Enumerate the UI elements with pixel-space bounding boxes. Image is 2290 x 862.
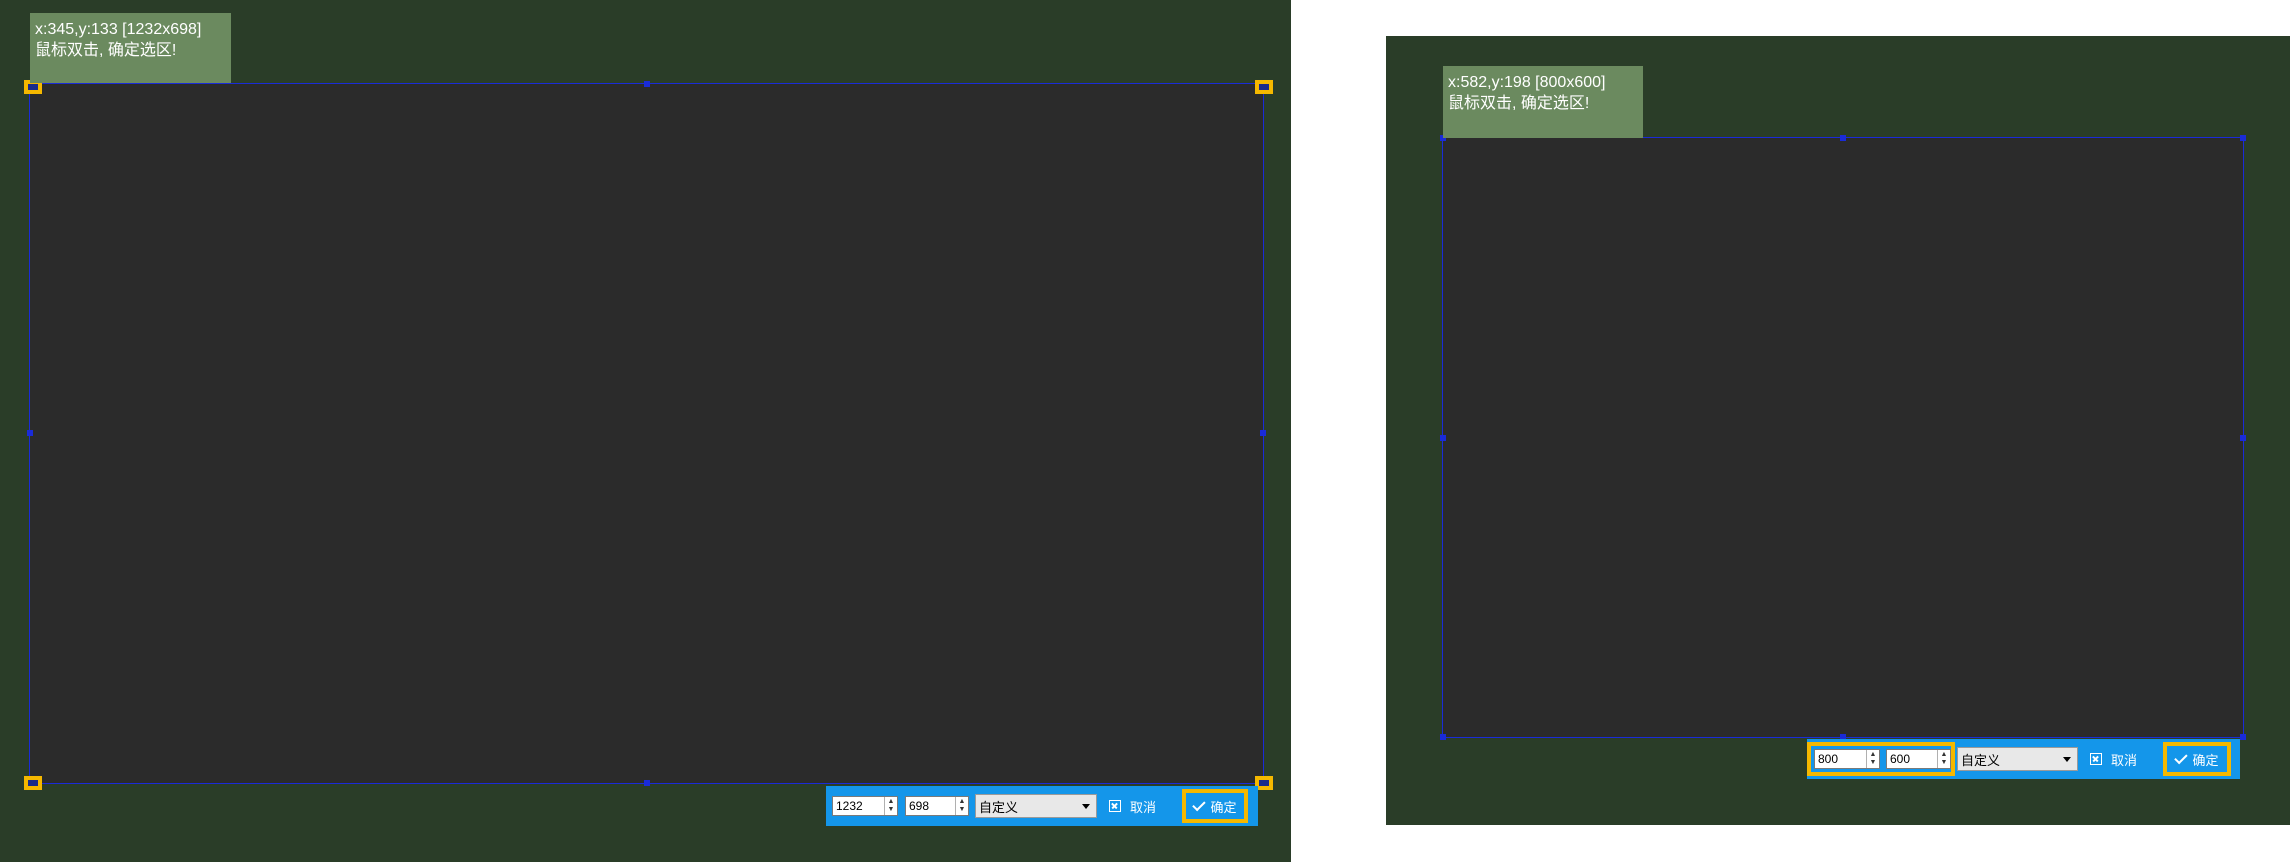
width-value: 800	[1818, 752, 1839, 766]
right-screenshot-panel: x:582,y:198 [800x600] 鼠标双击, 确定选区! 800 ▲ ▼…	[1386, 36, 2290, 825]
height-value: 698	[909, 799, 930, 813]
confirm-button[interactable]: 确定	[2163, 742, 2232, 776]
spin-arrows-icon[interactable]: ▲ ▼	[1937, 750, 1950, 768]
cancel-label: 取消	[2111, 752, 2138, 768]
cancel-icon	[2090, 753, 2102, 765]
resize-handle-bottom-center[interactable]	[644, 780, 650, 786]
left-screenshot-panel: x:345,y:133 [1232x698] 鼠标双击, 确定选区! 1232 …	[0, 0, 1291, 862]
spin-arrows-icon[interactable]: ▲ ▼	[1866, 750, 1879, 768]
resize-handle-middle-left[interactable]	[1440, 435, 1446, 441]
preset-size-value: 自定义	[979, 799, 1019, 815]
resize-handle-top-right[interactable]	[2240, 135, 2246, 141]
preset-size-select[interactable]: 自定义	[975, 794, 1097, 818]
resize-handle-top-center[interactable]	[1840, 135, 1846, 141]
resize-handle-bottom-left[interactable]	[24, 776, 42, 790]
selection-info-box: x:582,y:198 [800x600] 鼠标双击, 确定选区!	[1443, 66, 1643, 138]
resize-handle-middle-right[interactable]	[2240, 435, 2246, 441]
width-stepper[interactable]: 1232 ▲ ▼	[832, 796, 898, 816]
spin-arrows-icon[interactable]: ▲ ▼	[884, 797, 897, 815]
preset-size-value: 自定义	[1961, 752, 2001, 768]
cancel-icon	[1109, 800, 1121, 812]
resize-handle-middle-right[interactable]	[1260, 430, 1266, 436]
preset-size-select[interactable]: 自定义	[1957, 747, 2078, 771]
height-stepper[interactable]: 600 ▲ ▼	[1886, 749, 1951, 769]
check-icon	[2173, 750, 2188, 765]
selection-toolbar: 1232 ▲ ▼ 698 ▲ ▼ 自定义 取消 确定	[826, 786, 1258, 826]
selection-info-box: x:345,y:133 [1232x698] 鼠标双击, 确定选区!	[30, 13, 231, 83]
check-icon	[1191, 797, 1206, 812]
spin-arrows-icon[interactable]: ▲ ▼	[955, 797, 968, 815]
cancel-button[interactable]: 取消	[2090, 750, 2137, 769]
selection-toolbar: 800 ▲ ▼ 600 ▲ ▼ 自定义 取消 确定	[1807, 739, 2240, 779]
selection-coords: x:345,y:133 [1232x698]	[35, 21, 202, 38]
confirm-label: 确定	[2192, 752, 2219, 768]
selection-hint: 鼠标双击, 确定选区!	[35, 42, 177, 59]
confirm-button[interactable]: 确定	[1182, 789, 1249, 823]
width-value: 1232	[836, 799, 863, 813]
cancel-button[interactable]: 取消	[1109, 797, 1156, 816]
cancel-label: 取消	[1130, 799, 1157, 815]
resize-handle-top-center[interactable]	[644, 81, 650, 87]
selection-coords: x:582,y:198 [800x600]	[1448, 74, 1606, 91]
height-value: 600	[1890, 752, 1911, 766]
selection-region[interactable]	[29, 83, 1264, 784]
selection-hint: 鼠标双击, 确定选区!	[1448, 95, 1590, 112]
height-stepper[interactable]: 698 ▲ ▼	[905, 796, 969, 816]
resize-handle-middle-left[interactable]	[27, 430, 33, 436]
dropdown-caret-icon	[1082, 804, 1090, 809]
width-stepper[interactable]: 800 ▲ ▼	[1814, 749, 1880, 769]
resize-handle-bottom-left[interactable]	[1440, 734, 1446, 740]
resize-handle-bottom-right[interactable]	[2240, 734, 2246, 740]
dropdown-caret-icon	[2063, 757, 2071, 762]
confirm-label: 确定	[1210, 799, 1237, 815]
resize-handle-top-right[interactable]	[1255, 80, 1273, 94]
selection-region[interactable]	[1442, 137, 2244, 738]
